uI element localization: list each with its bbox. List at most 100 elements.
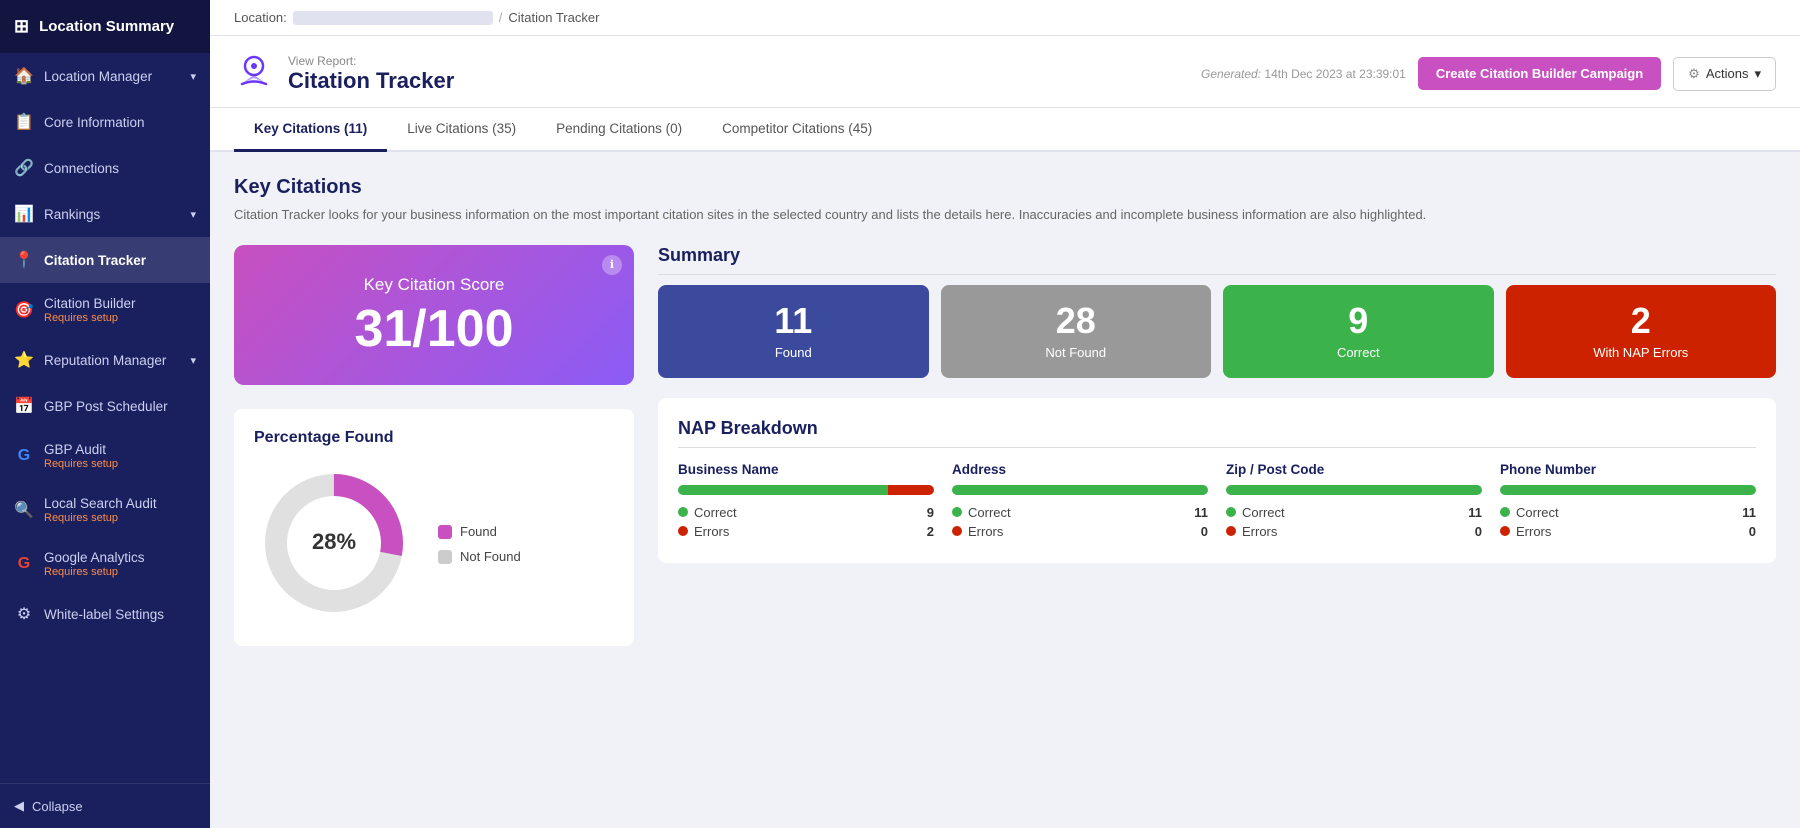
sidebar-label-core-information: Core Information [44, 115, 145, 130]
nap-correct-num-zip: 11 [1468, 505, 1482, 520]
sidebar-item-citation-tracker[interactable]: 📍 Citation Tracker [0, 237, 210, 283]
nap-stat-correct-phone: Correct 11 [1500, 505, 1756, 520]
actions-gear-icon: ⚙ [1688, 66, 1700, 82]
sidebar-item-rankings[interactable]: 📊 Rankings ▾ [0, 191, 210, 237]
nap-breakdown-section: NAP Breakdown Business Name Correct [658, 398, 1776, 563]
header-right: Generated: 14th Dec 2023 at 23:39:01 Cre… [1201, 57, 1776, 91]
score-info-icon[interactable]: ℹ [602, 255, 622, 275]
donut-legend: Found Not Found [438, 524, 521, 564]
sidebar-item-citation-builder[interactable]: 🎯 Citation Builder Requires setup [0, 283, 210, 337]
grid-icon: ⊞ [14, 16, 29, 37]
nap-breakdown-title: NAP Breakdown [678, 418, 1756, 448]
tab-competitor-citations[interactable]: Competitor Citations (45) [702, 108, 892, 152]
generated-date: 14th Dec 2023 at 23:39:01 [1264, 67, 1405, 81]
actions-button[interactable]: ⚙ Actions ▾ [1673, 57, 1776, 91]
legend-notfound-label: Not Found [460, 549, 521, 564]
sidebar-label-gbp-audit: GBP Audit [44, 442, 118, 457]
actions-chevron-icon: ▾ [1754, 66, 1761, 82]
sidebar-label-citation-tracker: Citation Tracker [44, 253, 146, 268]
summary-card-nap-errors: 2 With NAP Errors [1506, 285, 1777, 378]
nap-bar-red-business-name [888, 485, 934, 495]
collapse-label: Collapse [32, 799, 83, 814]
nap-correct-num-phone: 11 [1742, 505, 1756, 520]
nap-dot-correct-business-name [678, 507, 688, 517]
sidebar-header[interactable]: ⊞ Location Summary [0, 0, 210, 53]
found-dot [438, 525, 452, 539]
sidebar-item-connections[interactable]: 🔗 Connections [0, 145, 210, 191]
percentage-found-section: Percentage Found 28% [234, 409, 634, 646]
score-card-value: 31/100 [354, 303, 513, 355]
analytics-icon: G [14, 555, 34, 573]
link-icon: 🔗 [14, 158, 34, 178]
nap-errors-number: 2 [1516, 303, 1767, 339]
citation-tracker-icon [234, 50, 274, 97]
sidebar-item-local-search-audit[interactable]: 🔍 Local Search Audit Requires setup [0, 483, 210, 537]
nap-dot-errors-business-name [678, 526, 688, 536]
generated-text: Generated: 14th Dec 2023 at 23:39:01 [1201, 67, 1406, 81]
sidebar-item-google-analytics[interactable]: G Google Analytics Requires setup [0, 537, 210, 591]
home-icon: 🏠 [14, 66, 34, 86]
notfound-dot [438, 550, 452, 564]
sidebar-item-gbp-audit[interactable]: G GBP Audit Requires setup [0, 429, 210, 483]
notfound-number: 28 [951, 303, 1202, 339]
donut-wrap: 28% Found Not Found [254, 463, 614, 626]
calendar-icon: 📅 [14, 396, 34, 416]
nap-errors-label-zip: Errors [1242, 524, 1469, 539]
nap-errors-label-phone: Errors [1516, 524, 1743, 539]
sidebar-label-local-search-audit: Local Search Audit [44, 496, 157, 511]
nap-bar-zip [1226, 485, 1482, 495]
chevron-icon-rankings: ▾ [190, 208, 196, 221]
left-column: ℹ Key Citation Score 31/100 Percentage F… [234, 245, 634, 646]
sidebar-label-citation-builder: Citation Builder [44, 296, 136, 311]
nap-stat-errors-zip: Errors 0 [1226, 524, 1482, 539]
nap-grid: Business Name Correct 9 [678, 462, 1756, 543]
found-label: Found [668, 345, 919, 360]
clipboard-icon: 📋 [14, 112, 34, 132]
nap-dot-errors-phone [1500, 526, 1510, 536]
sidebar-item-reputation-manager[interactable]: ⭐ Reputation Manager ▾ [0, 337, 210, 383]
donut-label: 28% [312, 529, 356, 554]
donut-svg: 28% [254, 463, 414, 623]
correct-label: Correct [1233, 345, 1484, 360]
nap-correct-label-zip: Correct [1242, 505, 1462, 520]
sidebar-item-location-manager[interactable]: 🏠 Location Manager ▾ [0, 53, 210, 99]
sidebar-item-gbp-post-scheduler[interactable]: 📅 GBP Post Scheduler [0, 383, 210, 429]
gbp-audit-sub: Requires setup [44, 458, 118, 470]
nap-dot-correct-address [952, 507, 962, 517]
nap-col-title-phone: Phone Number [1500, 462, 1756, 477]
tab-pending-citations[interactable]: Pending Citations (0) [536, 108, 702, 152]
sidebar-label-gbp-post-scheduler: GBP Post Scheduler [44, 399, 168, 414]
legend-found-label: Found [460, 524, 497, 539]
view-report-label: View Report: [288, 54, 454, 68]
summary-card-notfound: 28 Not Found [941, 285, 1212, 378]
breadcrumb-location-label: Location: [234, 10, 287, 25]
sidebar-label-reputation-manager: Reputation Manager [44, 353, 166, 368]
pin-icon: 📍 [14, 250, 34, 270]
nap-col-title-business-name: Business Name [678, 462, 934, 477]
tab-live-citations[interactable]: Live Citations (35) [387, 108, 536, 152]
nap-col-business-name: Business Name Correct 9 [678, 462, 934, 543]
summary-title: Summary [658, 245, 1776, 275]
sidebar-item-white-label-settings[interactable]: ⚙ White-label Settings [0, 591, 210, 637]
sidebar-header-label: Location Summary [39, 18, 174, 35]
nap-bar-green-business-name [678, 485, 888, 495]
nap-stat-correct-address: Correct 11 [952, 505, 1208, 520]
key-citations-title: Key Citations [234, 176, 1776, 199]
nap-stat-errors-business-name: Errors 2 [678, 524, 934, 539]
create-citation-builder-button[interactable]: Create Citation Builder Campaign [1418, 57, 1661, 90]
collapse-button[interactable]: ◀ Collapse [0, 783, 210, 828]
sidebar-item-core-information[interactable]: 📋 Core Information [0, 99, 210, 145]
nap-errors-num-business-name: 2 [927, 524, 934, 539]
breadcrumb: Location: / Citation Tracker [210, 0, 1800, 36]
page-title: Citation Tracker [288, 68, 454, 94]
nap-stat-correct-zip: Correct 11 [1226, 505, 1482, 520]
nap-bar-phone [1500, 485, 1756, 495]
citation-builder-sub: Requires setup [44, 312, 136, 324]
summary-card-correct: 9 Correct [1223, 285, 1494, 378]
summary-section: Summary 11 Found 28 Not Found 9 Correct [658, 245, 1776, 378]
google-analytics-sub: Requires setup [44, 566, 145, 578]
nap-col-zip-post-code: Zip / Post Code Correct 11 [1226, 462, 1482, 543]
nap-errors-num-phone: 0 [1749, 524, 1756, 539]
tab-key-citations[interactable]: Key Citations (11) [234, 108, 387, 152]
nap-errors-num-address: 0 [1201, 524, 1208, 539]
